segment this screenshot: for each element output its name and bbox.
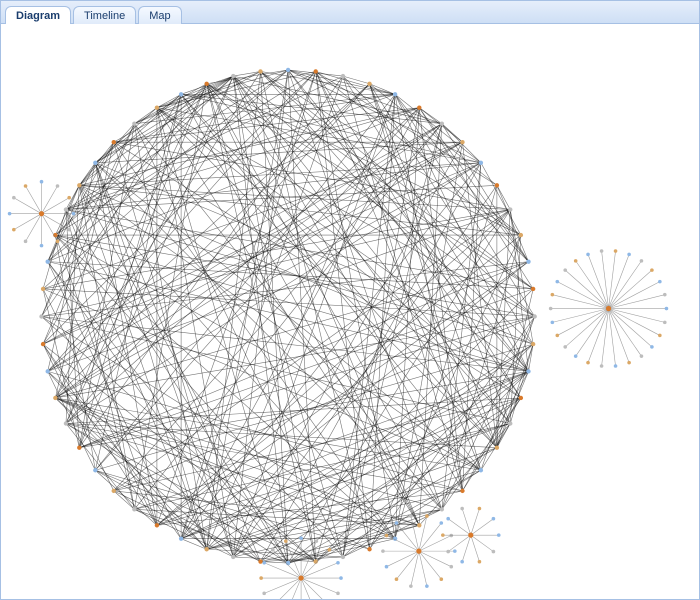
tab-label: Timeline xyxy=(84,10,125,22)
tab-diagram[interactable]: Diagram xyxy=(5,6,71,24)
network-graph xyxy=(1,24,699,599)
tab-label: Map xyxy=(149,10,170,22)
graph-canvas[interactable] xyxy=(1,24,699,599)
tab-timeline[interactable]: Timeline xyxy=(73,6,136,24)
app-window: Diagram Timeline Map xyxy=(0,0,700,600)
tab-label: Diagram xyxy=(16,10,60,22)
tab-map[interactable]: Map xyxy=(138,6,181,24)
tab-bar: Diagram Timeline Map xyxy=(1,1,699,24)
